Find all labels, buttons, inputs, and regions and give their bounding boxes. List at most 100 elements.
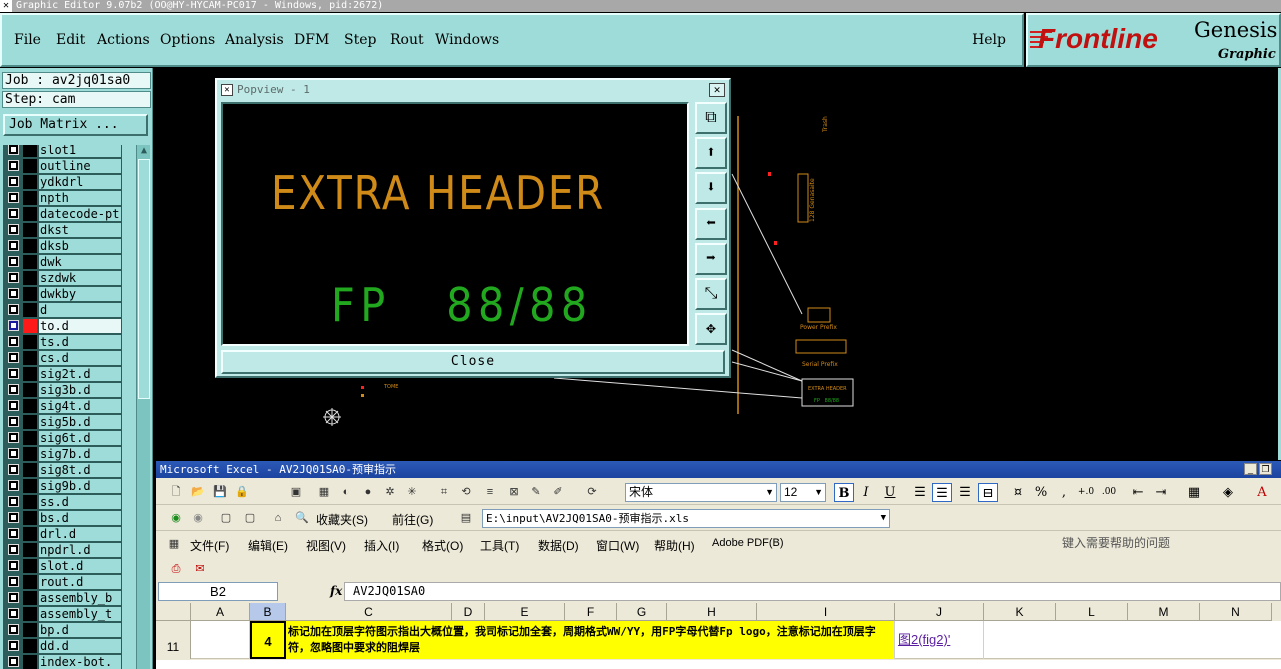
layer-checkbox[interactable] [8,608,19,619]
menu-windows[interactable]: Windows [435,32,499,48]
pdf-email-icon[interactable]: ✉ [192,562,208,577]
show-web-toolbar-icon[interactable]: ▤ [458,511,474,526]
cell-j11-link[interactable]: 图2(fig2)' [895,621,984,659]
layer-row[interactable]: npdrl.d [3,542,122,558]
layer-color-swatch[interactable] [23,351,37,365]
layer-color-swatch[interactable] [23,335,37,349]
layer-name[interactable]: dwkby [39,287,121,301]
align-center-icon[interactable]: ☰ [932,483,952,502]
layer-checkbox[interactable] [8,192,19,203]
font-color-icon[interactable]: A [1252,483,1272,502]
increase-decimal-icon[interactable]: +.0 [1076,483,1096,502]
layer-checkbox[interactable] [8,464,19,475]
pdf-convert-icon[interactable]: ⎙ [168,562,184,577]
layer-color-swatch[interactable] [23,527,37,541]
layer-checkbox[interactable] [8,592,19,603]
layer-name[interactable]: dd.d [39,639,121,653]
layer-color-swatch[interactable] [23,479,37,493]
layer-color-swatch[interactable] [23,655,37,669]
popview-close-icon[interactable]: ✕ [709,83,725,97]
layer-checkbox[interactable] [8,480,19,491]
cell-b11[interactable]: 4 [250,621,286,659]
currency-icon[interactable]: ¤ [1008,483,1028,502]
layer-row[interactable]: sig7b.d [3,446,122,462]
layer-color-swatch[interactable] [23,159,37,173]
layer-checkbox[interactable] [8,624,19,635]
column-header[interactable]: H [667,603,757,621]
excel-menu-file[interactable]: 文件(F) [190,537,229,554]
column-header[interactable]: K [984,603,1056,621]
excel-menu-adobe-pdf[interactable]: Adobe PDF(B) [712,537,784,549]
fill-color-icon[interactable]: ◈ [1218,483,1238,502]
zoom-window-icon[interactable]: ⧉ [695,102,727,134]
decrease-indent-icon[interactable]: ⇤ [1128,483,1148,502]
layer-row[interactable]: dd.d [3,638,122,654]
layer-row[interactable]: datecode-pt [3,206,122,222]
layer-color-swatch[interactable] [23,303,37,317]
align-left-icon[interactable]: ☰ [910,483,930,502]
layer-name[interactable]: szdwk [39,271,121,285]
layer-checkbox[interactable] [8,160,19,171]
layer-name[interactable]: d [39,303,121,317]
layer-row[interactable]: dkst [3,222,122,238]
layer-name[interactable]: bs.d [39,511,121,525]
layer-checkbox[interactable] [8,320,19,331]
layer-name[interactable]: to.d [39,319,121,333]
help-question-input[interactable]: 键入需要帮助的问题 [1062,534,1242,552]
column-header[interactable]: I [757,603,895,621]
layer-color-swatch[interactable] [23,239,37,253]
layer-row[interactable]: sig4t.d [3,398,122,414]
line-style-icon[interactable]: ≡ [482,485,498,500]
layer-row[interactable]: sig6t.d [3,430,122,446]
merge-center-icon[interactable]: ⊟ [978,483,998,502]
layer-name[interactable]: ts.d [39,335,121,349]
layer-row[interactable]: szdwk [3,270,122,286]
refresh-icon[interactable]: ▢ [242,511,258,526]
zoom-out-icon[interactable]: ⤡ [695,278,727,310]
layer-color-swatch[interactable] [23,543,37,557]
back-icon[interactable]: ◉ [168,511,184,526]
layer-color-swatch[interactable] [23,223,37,237]
layer-name[interactable]: dkst [39,223,121,237]
layer-row[interactable]: d [3,302,122,318]
scroll-up-icon[interactable]: ▲ [138,145,150,157]
layer-color-swatch[interactable] [23,175,37,189]
layer-name[interactable]: index-bot. [39,655,121,669]
layer-checkbox[interactable] [8,544,19,555]
layer-checkbox[interactable] [8,368,19,379]
layer-name[interactable]: sig4t.d [39,399,121,413]
layer-row[interactable]: index-bot. [3,654,122,669]
align-right-icon[interactable]: ☰ [955,483,975,502]
italic-button[interactable]: I [856,483,876,502]
layer-name[interactable]: drl.d [39,527,121,541]
layer-row[interactable]: bs.d [3,510,122,526]
row-header[interactable]: 11 [156,621,191,659]
fx-icon[interactable]: fx [330,584,342,598]
menu-dfm[interactable]: DFM [294,32,329,48]
layer-name[interactable]: assembly_b [39,591,121,605]
layer-checkbox[interactable] [8,352,19,363]
name-box[interactable]: B2 [158,582,278,601]
font-name-select[interactable]: 宋体 ▼ [625,483,777,502]
layer-color-swatch[interactable] [23,415,37,429]
formula-bar[interactable]: AV2JQ01SA0 [344,582,1281,601]
layer-name[interactable]: datecode-pt [39,207,121,221]
borders-icon[interactable]: ▦ [1184,483,1204,502]
column-header[interactable]: F [565,603,617,621]
excel-menu-tools[interactable]: 工具(T) [480,537,519,554]
pan-up-icon[interactable]: ⬆ [695,137,727,169]
layer-name[interactable]: outline [39,159,121,173]
layer-name[interactable]: dksb [39,239,121,253]
excel-restore-icon[interactable]: ❐ [1259,463,1272,475]
open-folder-icon[interactable]: 📂 [190,485,206,500]
column-header-selected[interactable]: B [250,603,286,621]
layer-checkbox[interactable] [8,240,19,251]
layer-checkbox[interactable] [8,560,19,571]
layer-row[interactable]: ydkdrl [3,174,122,190]
scroll-thumb[interactable] [138,159,150,399]
layer-row[interactable]: dwk [3,254,122,270]
cell-a11[interactable] [191,621,250,659]
layer-name[interactable]: ss.d [39,495,121,509]
layer-color-swatch[interactable] [23,559,37,573]
layer-checkbox[interactable] [8,288,19,299]
